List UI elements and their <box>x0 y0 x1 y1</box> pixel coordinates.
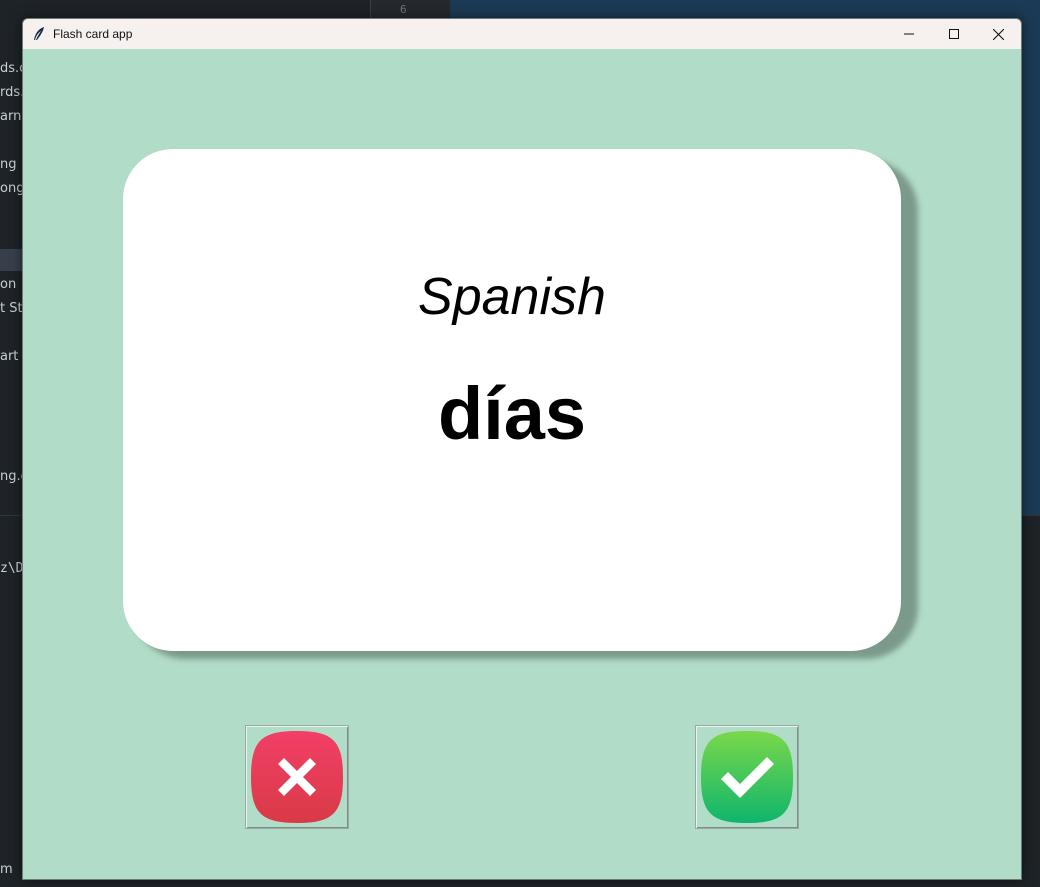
x-mark-icon <box>251 731 343 823</box>
background-divider <box>0 515 22 516</box>
background-status-fragment: m <box>0 862 13 877</box>
feather-icon <box>31 26 47 42</box>
background-terminal-fragment: z\D <box>0 561 24 576</box>
flash-card-window: Flash card app Spanish días <box>22 18 1022 880</box>
minimize-icon <box>903 33 914 35</box>
minimize-button[interactable] <box>886 19 931 49</box>
card-language-title: Spanish <box>418 268 606 326</box>
maximize-icon <box>948 29 959 39</box>
title-bar[interactable]: Flash card app <box>23 19 1021 49</box>
card-word: días <box>437 372 587 455</box>
background-file-fragment: t St <box>0 301 23 316</box>
background-file-fragment: art <box>0 349 19 364</box>
background-file-fragment: rds. <box>0 85 25 100</box>
wrong-button[interactable] <box>245 725 349 829</box>
background-file-fragment: ng <box>0 157 17 172</box>
background-sidebar <box>0 0 22 886</box>
background-file-fragment: ong <box>0 181 25 196</box>
flash-card: Spanish días <box>123 149 901 651</box>
background-file-fragment: arn <box>0 109 22 124</box>
right-button[interactable] <box>695 725 799 829</box>
background-selected-row <box>0 249 22 271</box>
window-controls <box>886 19 1021 49</box>
background-file-fragment: on <box>0 277 17 292</box>
close-button[interactable] <box>976 19 1021 49</box>
close-icon <box>993 28 1004 40</box>
check-mark-icon <box>701 731 793 823</box>
window-title: Flash card app <box>53 27 133 41</box>
background-gutter <box>370 0 451 19</box>
maximize-button[interactable] <box>931 19 976 49</box>
background-line-number: 6 <box>400 3 407 16</box>
